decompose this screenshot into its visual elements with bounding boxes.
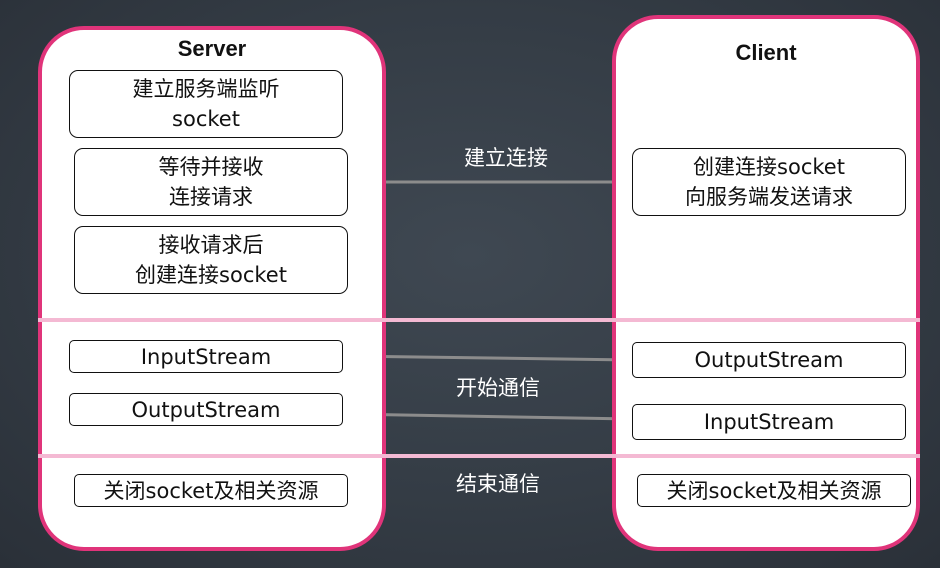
server-wait-step: 等待并接收 连接请求 [74, 148, 348, 216]
client-close-step: 关闭socket及相关资源 [637, 474, 911, 507]
server-wait-line-2: 连接请求 [169, 185, 253, 209]
client-connect-line-1: 创建连接socket [693, 155, 845, 179]
server-listen-line-1: 建立服务端监听 [132, 77, 280, 101]
server-input-to-client-output-line [342, 354, 633, 362]
client-output-stream: OutputStream [632, 342, 906, 378]
client-connect-line-2: 向服务端发送请求 [685, 185, 853, 209]
connect-label: 建立连接 [464, 146, 548, 170]
server-create-line-1: 接收请求后 [158, 233, 264, 257]
server-title: Server [177, 36, 247, 61]
phase-divider-communication [38, 318, 920, 322]
communicate-label: 开始通信 [456, 376, 540, 400]
server-output-stream: OutputStream [69, 393, 343, 426]
server-input-stream: InputStream [69, 340, 343, 373]
server-close-step: 关闭socket及相关资源 [74, 474, 348, 507]
client-connect-step: 创建连接socket 向服务端发送请求 [632, 148, 906, 216]
server-create-line-2: 创建连接socket [135, 263, 287, 287]
client-input-stream: InputStream [632, 404, 906, 440]
server-listen-line-2: socket [172, 107, 240, 131]
server-wait-line-1: 等待并接收 [158, 155, 264, 179]
end-label: 结束通信 [456, 472, 540, 496]
phase-divider-end [38, 454, 920, 458]
server-listen-step: 建立服务端监听 socket [69, 70, 343, 138]
server-output-to-client-input-line [342, 412, 633, 421]
server-create-socket-step: 接收请求后 创建连接socket [74, 226, 348, 294]
client-panel [612, 15, 920, 551]
client-title: Client [735, 40, 797, 65]
